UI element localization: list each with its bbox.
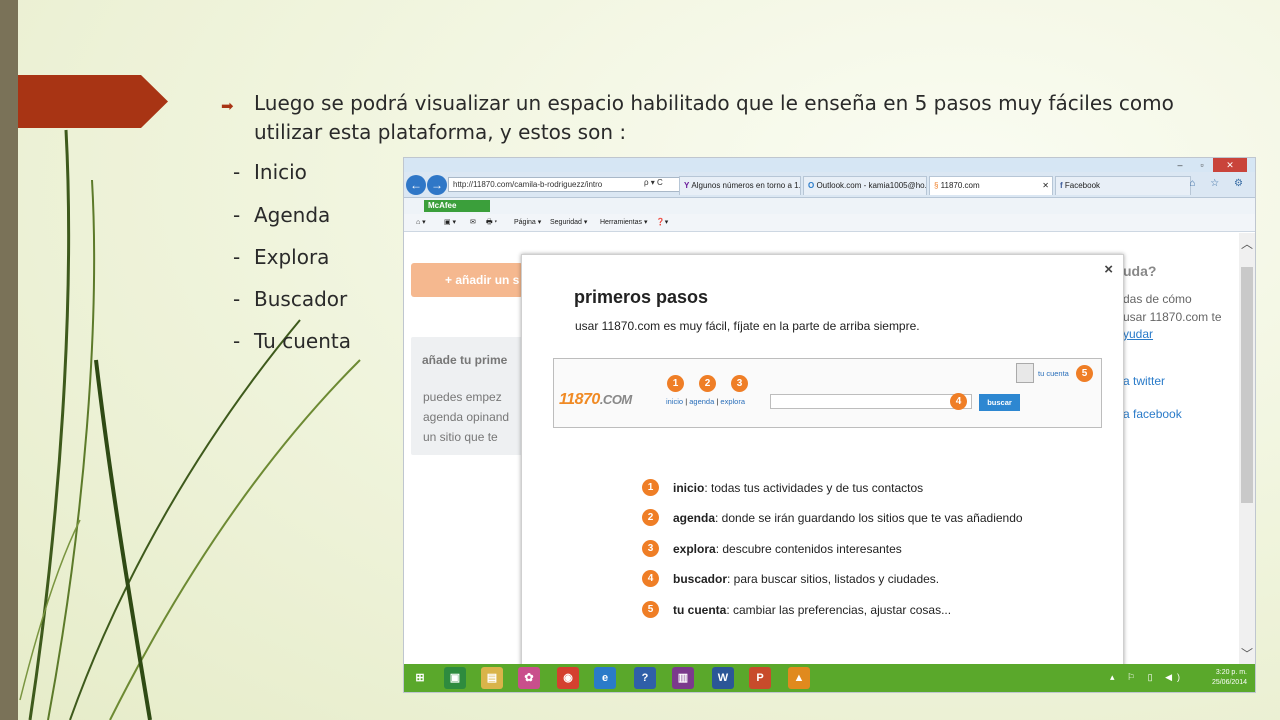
page-menu[interactable]: Página ▾ xyxy=(514,214,541,232)
help-text: das de cómo usar 11870.com te xyxy=(1123,292,1222,324)
help-title: uda? xyxy=(1123,263,1157,279)
word-icon[interactable]: W xyxy=(712,667,734,689)
forward-button[interactable]: → xyxy=(427,175,447,195)
vertical-scrollbar[interactable]: ︿ ﹀ xyxy=(1239,233,1255,664)
web-page: + añadir un s añade tu prime puedes empe… xyxy=(404,233,1255,684)
site-logo: 11870.COM xyxy=(559,391,632,408)
step-number-badge: 4 xyxy=(950,393,967,410)
help-menu[interactable]: ❓▾ xyxy=(656,214,668,232)
list-item-inicio: - Inicio xyxy=(233,160,307,184)
preview-nav-inicio[interactable]: inicio xyxy=(666,397,683,406)
mail-button[interactable]: ✉ xyxy=(470,214,476,232)
windows-icon[interactable]: ⊞ xyxy=(409,667,431,689)
tab-bar: ← → http://11870.com/camila-b-rodriguezz… xyxy=(404,172,1255,198)
mcafee-button[interactable]: McAfee xyxy=(424,200,490,212)
browser-screenshot: ‒ ▫ ✕ ← → http://11870.com/camila-b-rodr… xyxy=(404,158,1255,692)
internet-explorer-icon[interactable]: e xyxy=(594,667,616,689)
tab-yahoo[interactable]: Y Algunos números en torno a 1... xyxy=(679,176,801,195)
home-button[interactable]: ⌂ ▾ xyxy=(416,214,426,232)
mcafee-toolbar: McAfee xyxy=(404,198,1255,214)
tab-facebook[interactable]: f Facebook xyxy=(1055,176,1191,195)
sidebox-line: agenda opinand xyxy=(423,410,510,424)
tab-outlook[interactable]: O Outlook.com - kamia1005@ho... xyxy=(803,176,927,195)
sidebox-line: un sitio que te xyxy=(423,430,498,444)
file-explorer-icon[interactable]: ▤ xyxy=(481,667,503,689)
preview-nav-explora[interactable]: explora xyxy=(720,397,745,406)
main-bullet-text: Luego se podrá visualizar un espacio hab… xyxy=(254,91,1174,144)
close-button[interactable]: ✕ xyxy=(1213,158,1247,172)
windows-taskbar: ⊞ ▣ ▤ ✿ ◉ e? ▥ W P ▲ ▴ ⚐ ▯ ◀) 3:20 p. m. 25/06/20… xyxy=(404,664,1255,692)
maximize-button[interactable]: ▫ xyxy=(1191,158,1213,172)
winrar-icon[interactable]: ▥ xyxy=(672,667,694,689)
system-tray-icons[interactable]: ▴ ⚐ ▯ ◀) xyxy=(1110,672,1185,683)
first-steps-modal: × primeros pasos usar 11870.com es muy f… xyxy=(521,254,1124,684)
browser-toolbar-icons[interactable]: ⌂ ☆ ⚙ xyxy=(1189,178,1249,189)
scroll-up-icon[interactable]: ︿ xyxy=(1241,235,1253,252)
preview-search-input[interactable] xyxy=(770,394,972,409)
bullet-arrow-icon: ➡ xyxy=(221,98,234,115)
scroll-thumb[interactable] xyxy=(1241,267,1253,503)
modal-close-button[interactable]: × xyxy=(1104,261,1113,278)
feeds-button[interactable]: ▣ ▾ xyxy=(444,214,456,232)
help-icon[interactable]: ? xyxy=(634,667,656,689)
tools-menu[interactable]: Herramientas ▾ xyxy=(600,214,647,232)
facebook-link[interactable]: a facebook xyxy=(1123,407,1182,421)
scroll-down-icon[interactable]: ﹀ xyxy=(1241,645,1253,662)
site-icon: § xyxy=(934,181,941,190)
list-item-tu-cuenta: - Tu cuenta xyxy=(233,329,351,353)
minimize-button[interactable]: ‒ xyxy=(1169,158,1191,172)
clock[interactable]: 3:20 p. m. 25/06/2014 xyxy=(1212,668,1247,688)
help-link[interactable]: yudar xyxy=(1123,327,1153,341)
first-steps-sidebox: añade tu prime puedes empez agenda opina… xyxy=(411,337,523,455)
preview-nav-agenda[interactable]: agenda xyxy=(689,397,714,406)
vlc-icon[interactable]: ▲ xyxy=(788,667,810,689)
list-item-buscador: - Buscador xyxy=(233,287,348,311)
preview-account-link[interactable]: tu cuenta xyxy=(1038,369,1069,378)
avatar xyxy=(1016,363,1034,383)
modal-title: primeros pasos xyxy=(574,287,709,307)
step-number-badge: 5 xyxy=(1076,365,1093,382)
step-number-badge: 1 xyxy=(667,375,684,392)
preview-nav: inicio | agenda | explora xyxy=(666,397,746,406)
tab-close-icon[interactable]: ✕ xyxy=(1042,177,1049,195)
store-icon[interactable]: ▣ xyxy=(444,667,466,689)
list-item-explora: - Explora xyxy=(233,245,330,269)
address-controls[interactable]: ρ ▾ C xyxy=(644,178,663,187)
slide-title-arrow xyxy=(18,75,168,128)
step-number-badge: 2 xyxy=(699,375,716,392)
sidebox-heading: añade tu prime xyxy=(422,353,508,367)
twitter-link[interactable]: a twitter xyxy=(1123,374,1165,388)
add-site-button[interactable]: + añadir un s xyxy=(411,263,523,297)
sidebox-line: puedes empez xyxy=(423,390,502,404)
command-bar: ⌂ ▾ ▣ ▾ ✉ 🖶 ▾ Página ▾ Seguridad ▾ Herra… xyxy=(404,214,1255,232)
chrome-icon[interactable]: ◉ xyxy=(557,667,579,689)
powerpoint-icon[interactable]: P xyxy=(749,667,771,689)
header-preview: 11870.COM 1 2 3 inicio | agenda | explor… xyxy=(553,358,1102,428)
step-number-badge: 3 xyxy=(731,375,748,392)
security-menu[interactable]: Seguridad ▾ xyxy=(550,214,587,232)
modal-subtitle: usar 11870.com es muy fácil, fíjate en l… xyxy=(575,319,920,333)
back-button[interactable]: ← xyxy=(406,175,426,195)
preview-search-button[interactable]: buscar xyxy=(979,394,1020,411)
pinwheel-icon[interactable]: ✿ xyxy=(518,667,540,689)
tab-11870[interactable]: § 11870.com ✕ xyxy=(929,176,1053,195)
print-button[interactable]: 🖶 ▾ xyxy=(486,214,497,232)
list-item-agenda: - Agenda xyxy=(233,203,331,227)
window-titlebar: ‒ ▫ ✕ xyxy=(404,158,1255,172)
